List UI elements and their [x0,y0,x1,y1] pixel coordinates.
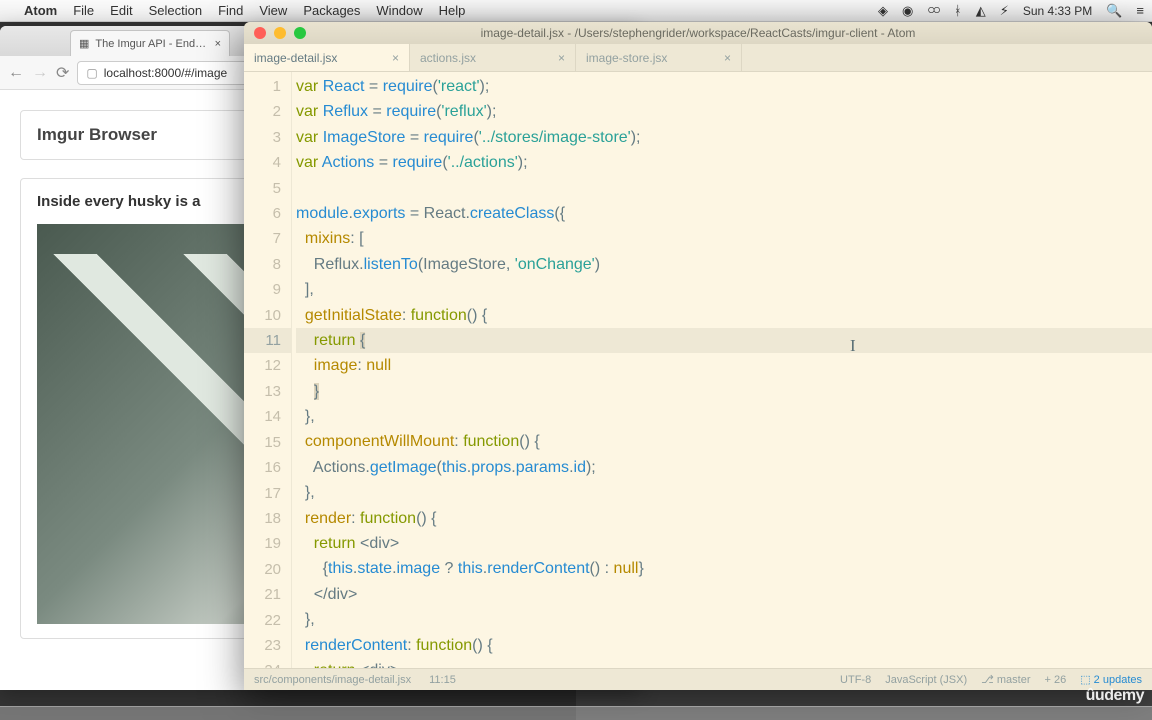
status-path[interactable]: src/components/image-detail.jsx [254,674,411,686]
wifi-icon[interactable]: ◭ [976,3,986,19]
close-icon[interactable]: × [392,51,399,65]
menubar-clock[interactable]: Sun 4:33 PM [1023,4,1092,18]
menu-selection[interactable]: Selection [149,3,202,18]
page-icon: ▢ [86,66,97,80]
close-icon[interactable]: × [724,51,731,65]
menu-file[interactable]: File [73,3,94,18]
mac-menubar: Atom File Edit Selection Find View Packa… [0,0,1152,22]
menu-edit[interactable]: Edit [110,3,132,18]
menu-packages[interactable]: Packages [303,3,360,18]
tab-image-store[interactable]: image-store.jsx × [576,44,742,71]
reload-button[interactable]: ⟳ [56,63,69,83]
line-gutter: 123456789101112131415161718192021222324 [244,72,292,668]
status-updates[interactable]: ⬚ 2 updates [1080,673,1142,686]
battery-icon[interactable]: ⚡︎ [1000,3,1009,19]
close-icon[interactable]: × [215,38,221,50]
status-diff[interactable]: + 26 [1044,674,1066,686]
back-button[interactable]: ← [8,64,24,82]
bluetooth-icon[interactable]: ᚼ [954,3,962,18]
forward-button[interactable]: → [32,64,48,82]
editor[interactable]: 123456789101112131415161718192021222324 … [244,72,1152,668]
glasses-icon[interactable]: ထ [927,1,940,20]
spotlight-icon[interactable]: 🔍 [1106,3,1122,19]
status-encoding[interactable]: UTF-8 [840,674,871,686]
menu-window[interactable]: Window [376,3,422,18]
dropbox-icon[interactable]: ◈ [878,3,888,19]
atom-window: image-detail.jsx - /Users/stephengrider/… [244,22,1152,690]
atom-window-title: image-detail.jsx - /Users/stephengrider/… [481,26,916,40]
window-minimize-icon[interactable] [274,27,286,39]
mac-dock[interactable] [0,706,1152,720]
status-branch[interactable]: ⎇ master [981,673,1030,686]
tab-label: image-detail.jsx [254,51,337,65]
udemy-watermark: ûudemy [1086,687,1144,705]
atom-titlebar[interactable]: image-detail.jsx - /Users/stephengrider/… [244,22,1152,44]
browser-tab[interactable]: ▦ The Imgur API - Endpoints × [70,30,230,56]
tab-label: actions.jsx [420,51,476,65]
traffic-lights [244,27,306,39]
url-text: localhost:8000/#/image [104,66,227,80]
menu-help[interactable]: Help [439,3,466,18]
tab-image-detail[interactable]: image-detail.jsx × [244,44,410,71]
close-icon[interactable]: × [558,51,565,65]
tab-actions[interactable]: actions.jsx × [410,44,576,71]
window-close-icon[interactable] [254,27,266,39]
status-cursor-pos[interactable]: 11:15 [429,674,456,686]
atom-tabbar: image-detail.jsx × actions.jsx × image-s… [244,44,1152,72]
notification-icon[interactable]: ≡ [1136,3,1144,18]
browser-tab-title: The Imgur API - Endpoints [95,38,208,50]
text-cursor-icon: I [850,333,856,358]
menu-view[interactable]: View [259,3,287,18]
status-bar: src/components/image-detail.jsx 11:15 UT… [244,668,1152,690]
favicon: ▦ [79,37,89,50]
status-grammar[interactable]: JavaScript (JSX) [885,674,967,686]
window-zoom-icon[interactable] [294,27,306,39]
tab-label: image-store.jsx [586,51,667,65]
code-area[interactable]: var React = require('react');var Reflux … [292,72,1152,668]
menubar-app[interactable]: Atom [24,3,57,18]
menu-find[interactable]: Find [218,3,243,18]
sync-icon[interactable]: ◉ [902,3,913,19]
